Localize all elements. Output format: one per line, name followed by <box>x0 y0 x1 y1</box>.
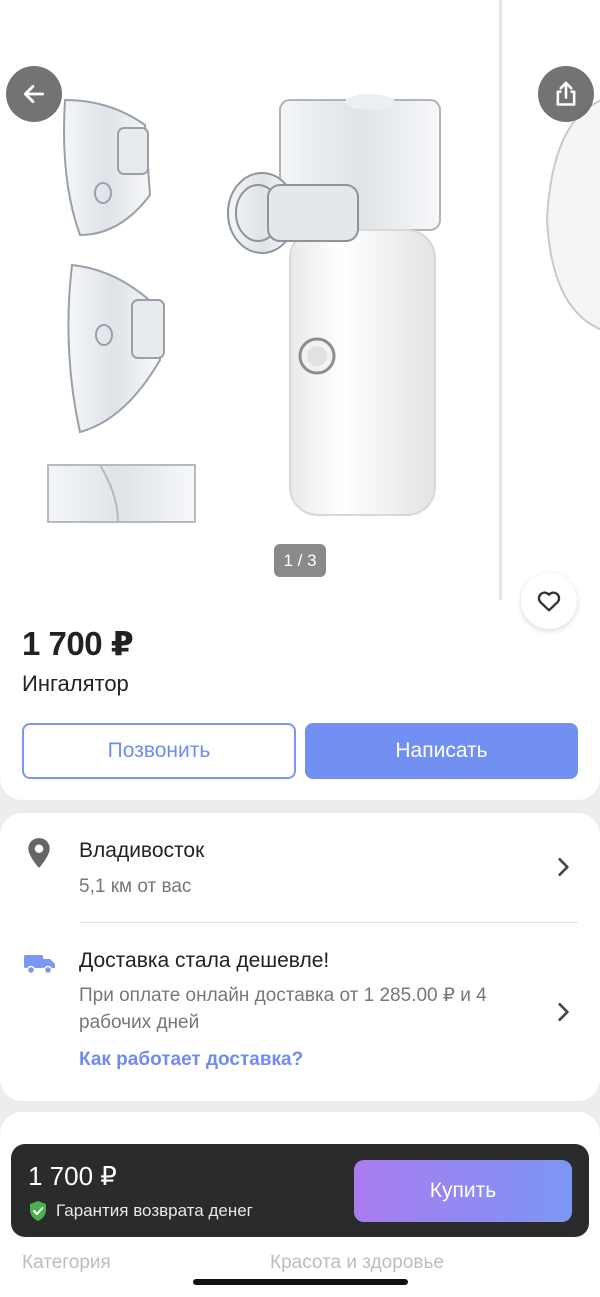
listing-price: 1 700 ₽ <box>22 625 134 662</box>
buy-bar-price: 1 700 ₽ <box>28 1161 117 1191</box>
write-button[interactable]: Написать <box>305 723 578 779</box>
category-value: Красота и здоровье <box>270 1252 444 1273</box>
favorite-button[interactable] <box>521 573 577 629</box>
arrow-left-icon <box>23 85 45 103</box>
chevron-right-icon[interactable] <box>554 1001 572 1023</box>
location-pin-icon <box>28 838 50 868</box>
image-gallery[interactable]: 1 / 3 <box>0 0 600 620</box>
delivery-description: При оплате онлайн доставка от 1 285.00 ₽… <box>79 985 487 1033</box>
back-button[interactable] <box>6 66 62 122</box>
delivery-truck-icon <box>24 955 55 975</box>
location-city[interactable]: Владивосток <box>79 839 204 863</box>
delivery-title: Доставка стала дешевле! <box>79 949 330 972</box>
chevron-right-icon[interactable] <box>554 856 572 878</box>
image-counter: 1 / 3 <box>274 544 326 577</box>
home-indicator[interactable] <box>193 1279 408 1285</box>
call-button[interactable]: Позвонить <box>22 723 296 779</box>
category-label: Категория <box>22 1252 111 1273</box>
buy-button[interactable]: Купить <box>354 1160 572 1222</box>
section-divider <box>79 922 578 923</box>
share-icon <box>556 81 576 106</box>
delivery-info-link[interactable]: Как работает доставка? <box>79 1049 303 1071</box>
share-button[interactable] <box>538 66 594 122</box>
gallery-divider <box>499 0 502 600</box>
listing-title: Ингалятор <box>22 671 129 696</box>
shield-check-icon <box>30 1201 46 1221</box>
heart-icon <box>537 591 561 612</box>
next-image-peek <box>545 99 600 331</box>
product-image[interactable] <box>0 0 500 600</box>
location-distance: 5,1 км от вас <box>79 876 192 897</box>
guarantee-text: Гарантия возврата денег <box>56 1201 253 1220</box>
money-back-guarantee: Гарантия возврата денег <box>28 1200 253 1222</box>
